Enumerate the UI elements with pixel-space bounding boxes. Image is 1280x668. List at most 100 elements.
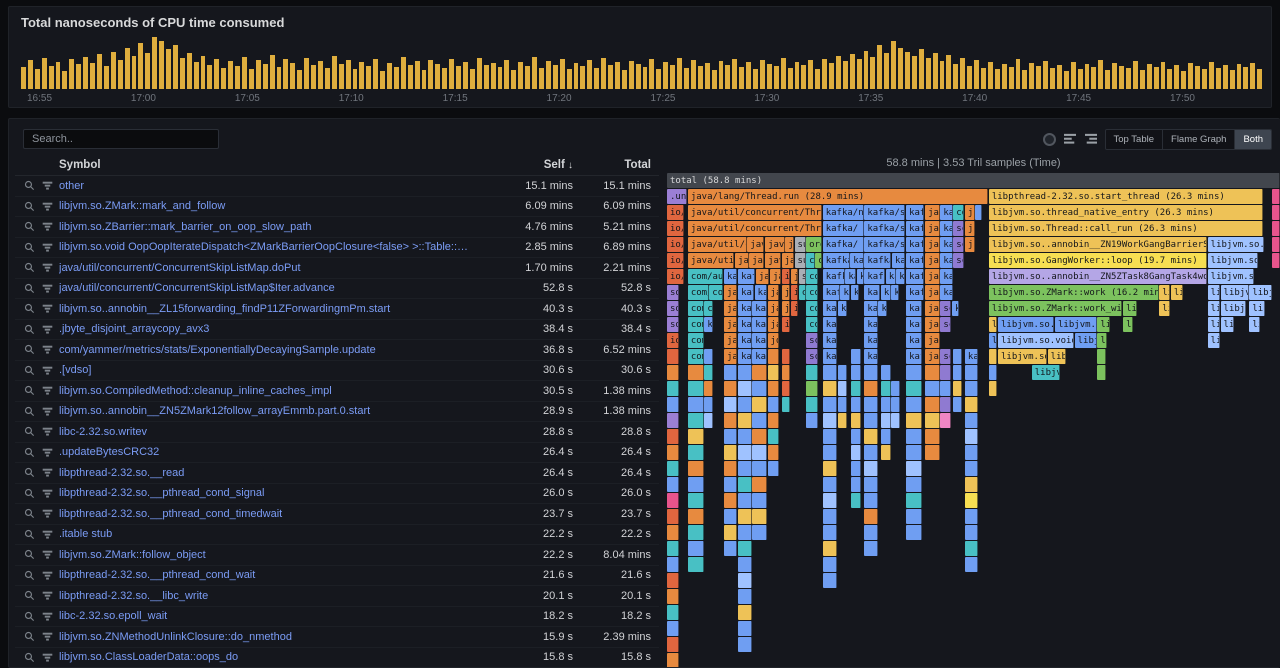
flame-node[interactable]: [851, 381, 861, 396]
flame-node[interactable]: [823, 461, 838, 476]
flame-node[interactable]: ja: [925, 349, 940, 364]
flame-node[interactable]: [925, 397, 940, 412]
search-symbol-icon[interactable]: [24, 528, 35, 540]
flame-node[interactable]: [1097, 349, 1106, 364]
flame-node[interactable]: jav: [724, 349, 737, 364]
flame-node[interactable]: kaf: [940, 253, 952, 268]
flame-node[interactable]: [881, 365, 891, 380]
search-symbol-icon[interactable]: [24, 508, 35, 520]
flame-node[interactable]: [925, 365, 940, 380]
flame-node[interactable]: sur: [795, 253, 806, 268]
flame-node[interactable]: total (58.8 mins): [667, 173, 1280, 188]
flame-node[interactable]: kafka/serv: [864, 205, 905, 220]
flame-node[interactable]: [906, 381, 922, 396]
flame-node[interactable]: com/: [709, 285, 722, 300]
flame-node[interactable]: .un: [667, 189, 687, 204]
flame-node[interactable]: [704, 381, 713, 396]
flame-node[interactable]: [965, 365, 978, 380]
flame-node[interactable]: kaf: [940, 237, 952, 252]
symbol-link[interactable]: java/util/concurrent/ConcurrentSkipListM…: [59, 262, 481, 274]
flame-node[interactable]: [953, 397, 962, 412]
flame-node[interactable]: [667, 573, 679, 588]
flame-node[interactable]: [704, 365, 713, 380]
table-row[interactable]: libc-2.32.so.writev28.8 s28.8 s: [15, 422, 659, 443]
flame-node[interactable]: [864, 493, 877, 508]
flame-node[interactable]: kaf: [906, 333, 922, 348]
table-row[interactable]: libpthread-2.32.so.__pthread_cond_wait21…: [15, 566, 659, 587]
flame-node[interactable]: [1272, 221, 1280, 236]
flame-node[interactable]: kaf: [940, 205, 952, 220]
flame-node[interactable]: [688, 557, 704, 572]
flame-node[interactable]: kafka: [752, 317, 767, 332]
sandwich-view-icon[interactable]: [42, 303, 53, 315]
table-row[interactable]: .updateBytesCRC3226.4 s26.4 s: [15, 443, 659, 464]
search-symbol-icon[interactable]: [24, 610, 35, 622]
flame-node[interactable]: [823, 445, 838, 460]
sandwich-view-icon[interactable]: [42, 426, 53, 438]
search-symbol-icon[interactable]: [24, 426, 35, 438]
flame-node[interactable]: [738, 381, 751, 396]
flame-node[interactable]: [667, 397, 679, 412]
flame-node[interactable]: [864, 541, 877, 556]
flame-node[interactable]: java: [756, 269, 769, 284]
symbol-link[interactable]: .itable stub: [59, 528, 481, 540]
flame-node[interactable]: [724, 493, 737, 508]
align-text-left-button[interactable]: [1063, 130, 1077, 148]
flame-node[interactable]: ka: [881, 285, 891, 300]
flame-node[interactable]: io/: [782, 269, 791, 284]
flame-node[interactable]: scal: [940, 301, 951, 316]
symbol-link[interactable]: libpthread-2.32.so.__read: [59, 467, 481, 479]
flame-node[interactable]: io/: [667, 237, 684, 252]
flame-graph[interactable]: total (58.8 mins).unjava/lang/Thread.run…: [667, 173, 1280, 667]
flame-node[interactable]: libj: [1208, 317, 1220, 332]
flame-node[interactable]: kaf: [864, 333, 877, 348]
flame-node[interactable]: [752, 365, 767, 380]
flame-node[interactable]: [768, 429, 779, 444]
symbol-link[interactable]: libpthread-2.32.so.__pthread_cond_signal: [59, 487, 481, 499]
symbol-link[interactable]: libpthread-2.32.so.__pthread_cond_wait: [59, 569, 481, 581]
flame-node[interactable]: [738, 525, 751, 540]
search-symbol-icon[interactable]: [24, 405, 35, 417]
flame-node[interactable]: lib: [1221, 317, 1234, 332]
flame-node[interactable]: [823, 429, 838, 444]
flame-node[interactable]: [838, 397, 847, 412]
symbol-link[interactable]: libjvm.so.ZBarrier::mark_barrier_on_oop_…: [59, 221, 481, 233]
flame-node[interactable]: io/n: [667, 205, 684, 220]
flame-node[interactable]: [989, 381, 998, 396]
flame-node[interactable]: [823, 493, 838, 508]
table-row[interactable]: libjvm.so.CompiledMethod::cleanup_inline…: [15, 381, 659, 402]
flame-node[interactable]: [738, 413, 751, 428]
flame-node[interactable]: [864, 477, 877, 492]
flame-node[interactable]: [906, 397, 922, 412]
flame-node[interactable]: kafka/: [864, 253, 891, 268]
flame-node[interactable]: libjv: [1123, 301, 1136, 316]
flame-node[interactable]: [667, 429, 679, 444]
flame-node[interactable]: [881, 381, 891, 396]
flame-node[interactable]: [752, 461, 767, 476]
flame-node[interactable]: libjvm.so.Co: [1221, 301, 1247, 316]
flame-node[interactable]: or: [815, 253, 822, 268]
flame-node[interactable]: [965, 381, 978, 396]
table-row[interactable]: .jbyte_disjoint_arraycopy_avx338.4 s38.4…: [15, 320, 659, 341]
flame-node[interactable]: ka: [851, 285, 860, 300]
flame-node[interactable]: [838, 381, 847, 396]
flame-node[interactable]: [667, 653, 679, 667]
flame-node[interactable]: [667, 381, 679, 396]
flame-node[interactable]: libjvm.so.JavaTh: [1208, 237, 1264, 252]
flame-node[interactable]: [965, 477, 978, 492]
flame-node[interactable]: libjvm.so.Compi: [1208, 269, 1255, 284]
table-row[interactable]: libjvm.so.ClassLoaderData::oops_do15.8 s…: [15, 648, 659, 668]
flame-node[interactable]: io/: [667, 253, 684, 268]
flame-node[interactable]: kaf: [864, 301, 877, 316]
flame-node[interactable]: java/: [765, 237, 785, 252]
flame-node[interactable]: [738, 557, 751, 572]
table-row[interactable]: other15.1 mins15.1 mins: [15, 176, 659, 197]
flame-node[interactable]: [782, 365, 791, 380]
flame-node[interactable]: [738, 493, 751, 508]
color-scheme-button[interactable]: [1043, 130, 1056, 148]
flame-node[interactable]: [768, 381, 779, 396]
flame-node[interactable]: [925, 413, 940, 428]
flame-node[interactable]: io: [791, 285, 798, 300]
flame-node[interactable]: kaf: [864, 317, 877, 332]
search-symbol-icon[interactable]: [24, 221, 35, 233]
